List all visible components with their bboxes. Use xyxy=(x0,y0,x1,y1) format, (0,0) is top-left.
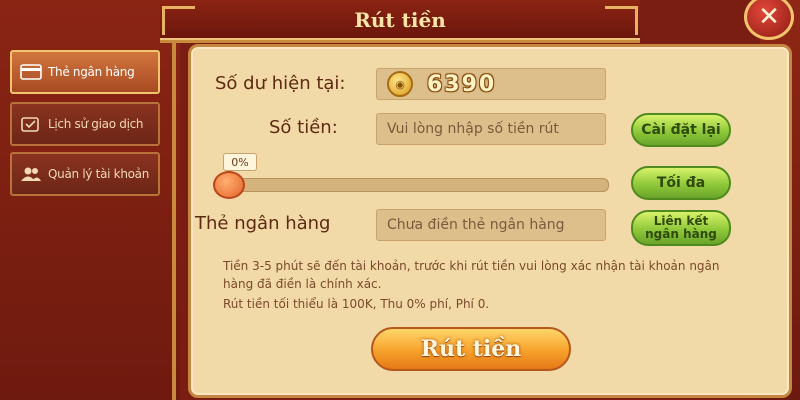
processing-note: Tiền 3-5 phút sẽ đến tài khoản, trước kh… xyxy=(223,259,720,291)
history-icon xyxy=(21,117,39,132)
sidebar-item-label: Quản lý tài khoản xyxy=(48,167,150,181)
sidebar-item-label: Lịch sử giao dịch xyxy=(48,117,144,131)
sidebar-item-bank-card[interactable]: Thẻ ngân hàng xyxy=(10,50,160,94)
amount-slider[interactable] xyxy=(217,178,609,192)
fee-note: Rút tiền tối thiểu là 100K, Thu 0% phí, … xyxy=(223,297,490,311)
card-icon xyxy=(20,64,42,80)
slider-handle[interactable] xyxy=(213,171,245,199)
withdraw-button[interactable]: Rút tiền xyxy=(371,327,571,371)
bank-card-input[interactable]: Chưa điền thẻ ngân hàng xyxy=(376,209,606,241)
bank-label: Thẻ ngân hàng xyxy=(195,213,331,234)
slider-percent: 0% xyxy=(223,153,257,171)
close-icon: ✕ xyxy=(758,2,780,32)
sidebar-item-account[interactable]: Quản lý tài khoản xyxy=(10,152,160,196)
coin-icon: ◉ xyxy=(387,71,413,97)
amount-input[interactable]: Vui lòng nhập số tiền rút xyxy=(376,113,606,145)
balance-value: 6390 xyxy=(427,71,497,97)
sidebar-item-label: Thẻ ngân hàng xyxy=(48,65,135,79)
withdraw-panel: Số dư hiện tại: ◉ 6390 Số tiền: Vui lòng… xyxy=(188,44,792,398)
window-header: Rút tiền xyxy=(160,0,640,43)
page-title: Rút tiền xyxy=(354,8,446,32)
reset-button[interactable]: Cài đặt lại xyxy=(631,113,731,147)
balance-label: Số dư hiện tại: xyxy=(215,73,346,94)
link-bank-label-line2: ngân hàng xyxy=(645,227,717,241)
balance-display: ◉ 6390 xyxy=(376,68,606,100)
users-icon xyxy=(21,167,41,181)
sidebar-item-history[interactable]: Lịch sử giao dịch xyxy=(10,102,160,146)
amount-label: Số tiền: xyxy=(269,117,338,138)
sidebar: Thẻ ngân hàng Lịch sử giao dịch Quản lý … xyxy=(0,40,176,400)
max-button[interactable]: Tối đa xyxy=(631,166,731,200)
link-bank-button[interactable]: Liên kết ngân hàng xyxy=(631,210,731,246)
